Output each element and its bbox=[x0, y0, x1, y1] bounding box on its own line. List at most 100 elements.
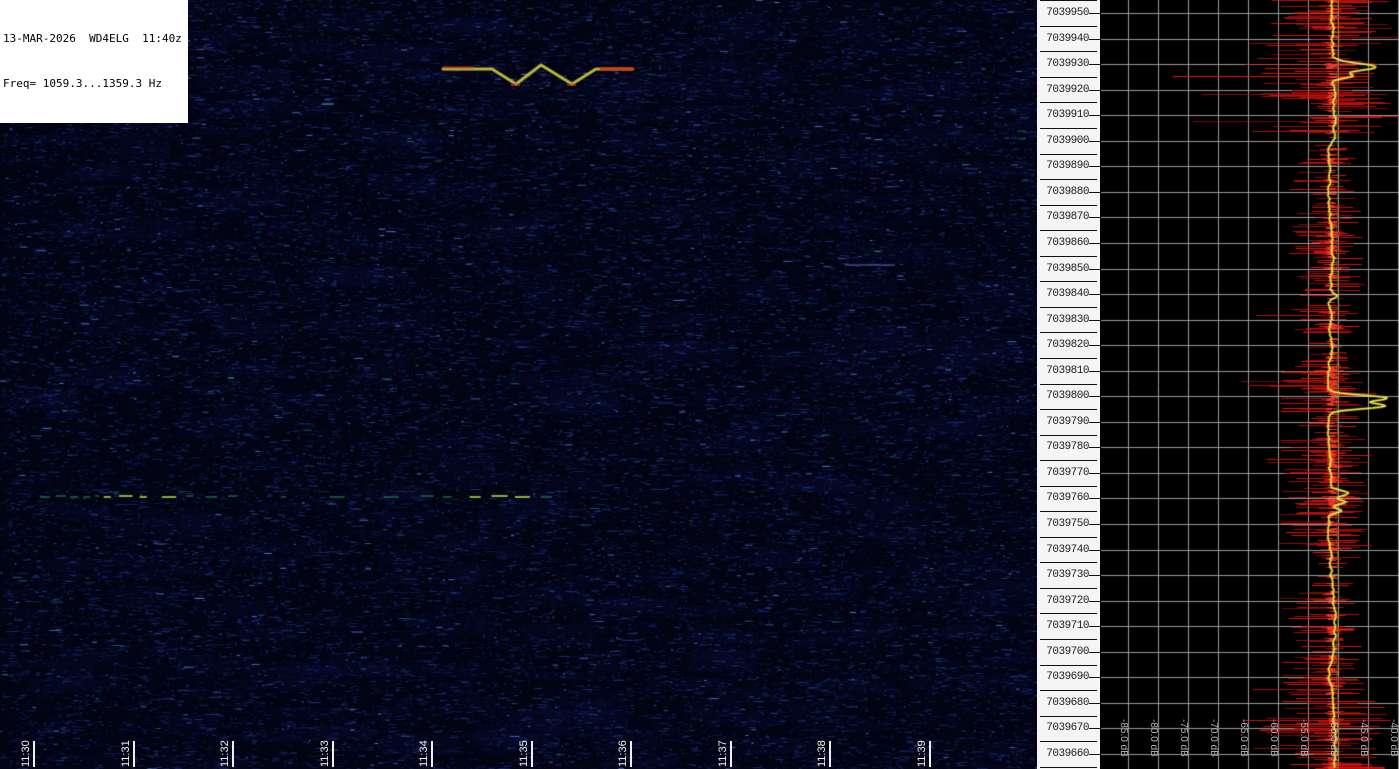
freq-major-tick bbox=[1089, 345, 1101, 347]
freq-axis-label: 7039900 bbox=[1046, 134, 1089, 147]
time-axis-tick bbox=[729, 741, 732, 767]
freq-major-tick bbox=[1089, 370, 1101, 372]
freq-axis-label: 7039790 bbox=[1046, 415, 1089, 428]
freq-axis-label: 7039950 bbox=[1046, 7, 1089, 19]
freq-minor-tick bbox=[1040, 562, 1097, 564]
freq-axis-label: 7039910 bbox=[1046, 109, 1089, 122]
freq-minor-tick bbox=[1040, 76, 1097, 78]
freq-major-tick bbox=[1089, 626, 1101, 628]
freq-minor-tick bbox=[1040, 255, 1097, 257]
time-axis-tick bbox=[928, 741, 931, 767]
time-axis-label: 11:35 bbox=[517, 740, 530, 767]
freq-minor-tick bbox=[1040, 613, 1097, 615]
time-axis-label: 11:34 bbox=[418, 740, 430, 767]
freq-major-tick bbox=[1089, 421, 1101, 423]
freq-minor-tick bbox=[1040, 153, 1097, 155]
freq-major-tick bbox=[1089, 753, 1101, 755]
freq-major-tick bbox=[1089, 294, 1101, 296]
freq-axis-label: 7039770 bbox=[1046, 466, 1089, 479]
time-axis-label: 11:31 bbox=[119, 740, 132, 767]
freq-axis-label: 7039780 bbox=[1046, 441, 1089, 454]
time-axis-tick bbox=[232, 741, 234, 767]
freq-minor-tick bbox=[1040, 281, 1097, 283]
freq-minor-tick bbox=[1040, 102, 1097, 104]
time-axis-tick bbox=[331, 741, 334, 767]
freq-major-tick bbox=[1089, 140, 1101, 142]
freq-axis-label: 7039940 bbox=[1046, 32, 1089, 45]
freq-axis-label: 7039670 bbox=[1046, 722, 1089, 735]
freq-major-tick bbox=[1089, 191, 1101, 193]
freq-minor-tick bbox=[1040, 0, 1097, 2]
freq-axis-label: 7039810 bbox=[1046, 364, 1089, 377]
freq-major-tick bbox=[1089, 242, 1101, 244]
freq-minor-tick bbox=[1040, 639, 1097, 640]
freq-axis-label: 7039760 bbox=[1046, 492, 1089, 505]
freq-axis-label: 7039820 bbox=[1046, 339, 1089, 352]
freq-axis-label: 7039800 bbox=[1046, 390, 1089, 403]
db-axis-label: -75.0 dB bbox=[1178, 719, 1189, 757]
freq-axis-label: 7039840 bbox=[1046, 288, 1089, 301]
freq-major-tick bbox=[1089, 115, 1101, 117]
freq-axis-label: 7039850 bbox=[1046, 262, 1089, 275]
db-axis-label: -40.0 dB bbox=[1388, 719, 1399, 757]
time-axis-tick bbox=[530, 741, 533, 767]
time-axis-tick bbox=[829, 741, 831, 767]
freq-minor-tick bbox=[1040, 690, 1097, 692]
freq-major-tick bbox=[1089, 319, 1101, 321]
freq-minor-tick bbox=[1040, 715, 1097, 717]
freq-minor-tick bbox=[1040, 230, 1097, 232]
freq-axis-label: 7039830 bbox=[1046, 313, 1089, 326]
freq-minor-tick bbox=[1040, 741, 1097, 743]
freq-axis-label: 7039660 bbox=[1046, 747, 1089, 760]
freq-minor-tick bbox=[1040, 536, 1097, 538]
time-axis-tick bbox=[132, 741, 135, 767]
freq-axis-label: 7039930 bbox=[1046, 58, 1089, 71]
freq-major-tick bbox=[1089, 13, 1101, 14]
freq-major-tick bbox=[1089, 728, 1101, 730]
freq-minor-tick bbox=[1040, 383, 1097, 385]
freq-axis-label: 7039720 bbox=[1046, 594, 1089, 607]
time-axis-tick bbox=[431, 741, 433, 767]
freq-axis-label: 7039740 bbox=[1046, 543, 1089, 556]
freq-major-tick bbox=[1089, 524, 1101, 525]
freq-major-tick bbox=[1089, 268, 1101, 270]
freq-major-tick bbox=[1089, 677, 1101, 679]
db-axis-label: -50.0 dB bbox=[1328, 719, 1339, 757]
db-axis-label: -85.0 dB bbox=[1118, 719, 1129, 757]
freq-minor-tick bbox=[1040, 409, 1097, 411]
freq-minor-tick bbox=[1040, 128, 1097, 129]
time-axis-label: 11:36 bbox=[617, 740, 629, 767]
freq-minor-tick bbox=[1040, 587, 1097, 589]
freq-minor-tick bbox=[1040, 25, 1097, 27]
freq-axis-label: 7039890 bbox=[1046, 160, 1089, 173]
freq-major-tick bbox=[1089, 217, 1101, 219]
freq-axis-label: 7039860 bbox=[1046, 236, 1089, 249]
freq-major-tick bbox=[1089, 549, 1101, 551]
freq-axis-label: 7039920 bbox=[1046, 83, 1089, 96]
freq-major-tick bbox=[1089, 472, 1101, 474]
header-station-line: 13-MAR-2026 WD4ELG 11:40z bbox=[3, 32, 182, 45]
freq-major-tick bbox=[1089, 651, 1101, 653]
freq-minor-tick bbox=[1040, 766, 1097, 768]
db-axis-label: -60.0 dB bbox=[1268, 719, 1279, 757]
db-axis-label: -70.0 dB bbox=[1208, 719, 1219, 757]
freq-minor-tick bbox=[1040, 204, 1097, 206]
db-axis-label: -45.0 dB bbox=[1358, 719, 1369, 757]
spectrum-graph bbox=[1100, 0, 1399, 769]
freq-major-tick bbox=[1089, 64, 1101, 66]
freq-minor-tick bbox=[1040, 485, 1097, 487]
freq-axis-label: 7039750 bbox=[1046, 518, 1089, 530]
time-axis-tick bbox=[630, 741, 632, 767]
db-axis-label: -80.0 dB bbox=[1148, 719, 1159, 757]
freq-major-tick bbox=[1089, 498, 1101, 500]
freq-axis-label: 7039730 bbox=[1046, 569, 1089, 582]
qrss-grabber-window: 7039950 7039940 7039930 7039920 7039910 70399… bbox=[0, 0, 1399, 769]
freq-major-tick bbox=[1089, 396, 1101, 398]
freq-minor-tick bbox=[1040, 332, 1097, 334]
freq-minor-tick bbox=[1040, 51, 1097, 53]
time-axis-label: 11:37 bbox=[716, 740, 729, 767]
freq-major-tick bbox=[1089, 600, 1101, 602]
time-axis-label: 11:38 bbox=[816, 740, 828, 767]
freq-axis-label: 7039870 bbox=[1046, 211, 1089, 224]
time-axis-label: 11:39 bbox=[915, 740, 928, 767]
